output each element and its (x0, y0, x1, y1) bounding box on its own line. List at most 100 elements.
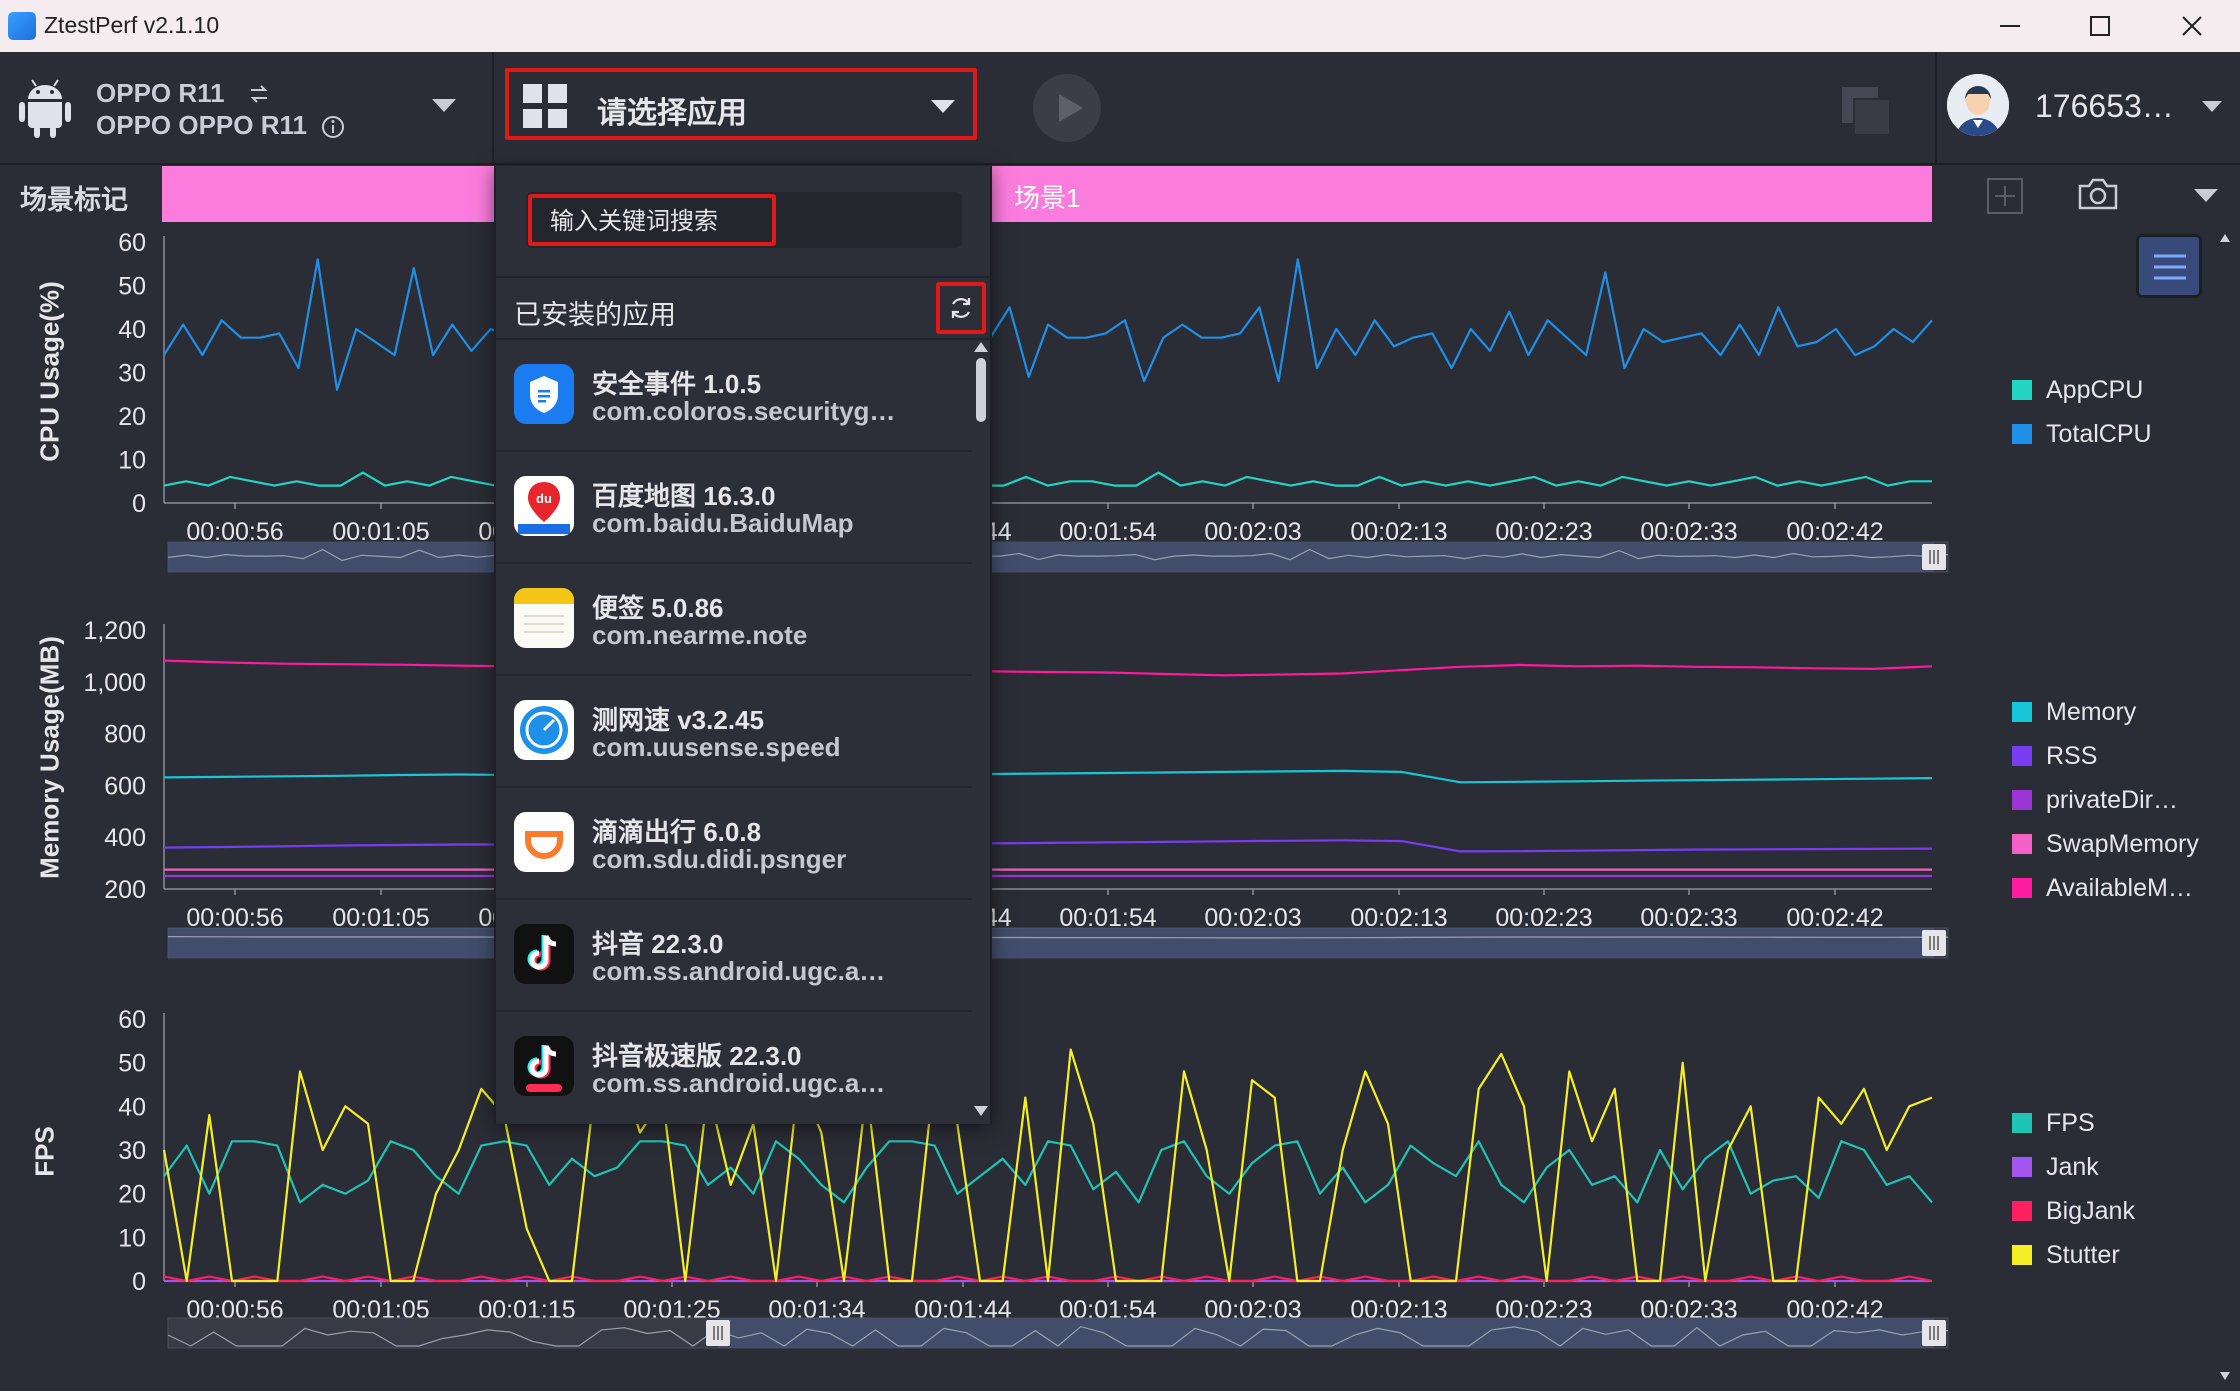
legend-swatch (2012, 424, 2032, 444)
app-package: com.uusense.speed (592, 732, 841, 762)
didi-icon (514, 812, 574, 872)
legend-label: privateDir… (2046, 785, 2178, 814)
series-line-appcpu (163, 471, 1932, 487)
y-tick-label: 30 (118, 1137, 146, 1165)
legend-swatch (2012, 1245, 2032, 1265)
y-tick-label: 1,000 (83, 669, 146, 697)
fps-axis-label: FPS (29, 1126, 60, 1177)
app-list: 安全事件 1.0.5 com.coloros.securityg… du 百度地… (496, 340, 972, 1118)
legend-label: FPS (2046, 1108, 2095, 1137)
tiktok-icon (514, 924, 574, 984)
legend-label: Stutter (2046, 1240, 2120, 1269)
list-item[interactable]: 安全事件 1.0.5 com.coloros.securityg… (496, 340, 972, 452)
list-item[interactable]: 抖音极速版 22.3.0 com.ss.android.ugc.a… (496, 1012, 972, 1118)
installed-apps-title: 已安装的应用 (514, 300, 676, 330)
y-tick-label: 20 (118, 1181, 146, 1209)
legend-swatch (2012, 380, 2032, 400)
y-tick-label: 60 (118, 1006, 146, 1034)
list-item[interactable]: 抖音 22.3.0 com.ss.android.ugc.a… (496, 900, 972, 1012)
y-tick-label: 20 (118, 403, 146, 431)
legend-item[interactable]: Memory (2012, 690, 2199, 734)
app-package: com.ss.android.ugc.a… (592, 1068, 886, 1098)
charts-canvas: 605040302010000:00:5600:01:0500:01:1500:… (83, 229, 1949, 1349)
legend-swatch (2012, 878, 2032, 898)
app-package: com.nearme.note (592, 620, 808, 650)
y-tick-label: 10 (118, 1224, 146, 1252)
legend-label: SwapMemory (2046, 829, 2199, 858)
legend-label: RSS (2046, 741, 2098, 770)
baidu-map-icon: du (514, 476, 574, 536)
legend-item[interactable]: Stutter (2012, 1233, 2135, 1277)
memory-axis-label: Memory Usage(MB) (34, 636, 65, 879)
tiktok-lite-icon (514, 1036, 574, 1096)
cpu-legend: AppCPU TotalCPU (2012, 368, 2152, 456)
series-line-availablem (163, 659, 1933, 677)
speedometer-icon (514, 700, 574, 760)
refresh-icon (951, 298, 971, 318)
app-package: com.coloros.securityg… (592, 396, 896, 426)
app-dropdown-panel: 已安装的应用 安全事件 1.0.5 com.coloros.securityg…… (494, 166, 992, 1124)
list-item[interactable]: du 百度地图 16.3.0 com.baidu.BaiduMap (496, 452, 972, 564)
series-line-totalcpu (163, 258, 1933, 391)
y-tick-label: 0 (132, 490, 146, 518)
series-line-fps (163, 1140, 1933, 1204)
refresh-button[interactable] (936, 282, 986, 334)
legend-label: AppCPU (2046, 375, 2144, 404)
legend-swatch (2012, 746, 2032, 766)
y-tick-label: 50 (118, 273, 146, 301)
legend-swatch (2012, 1113, 2032, 1133)
notes-icon (514, 588, 574, 648)
legend-swatch (2012, 790, 2032, 810)
memory-legend: Memory RSS privateDir… SwapMemory Availa… (2012, 690, 2199, 910)
legend-item[interactable]: FPS (2012, 1101, 2135, 1145)
list-item[interactable]: 滴滴出行 6.0.8 com.sdu.didi.psnger (496, 788, 972, 900)
installed-apps-header: 已安装的应用 (496, 276, 990, 340)
y-tick-label: 10 (118, 447, 146, 475)
y-tick-label: 0 (132, 1268, 146, 1296)
legend-swatch (2012, 1157, 2032, 1177)
series-line-stutter (162, 1048, 1933, 1283)
legend-label: AvailableM… (2046, 873, 2193, 902)
y-tick-label: 1,200 (83, 617, 146, 645)
legend-item[interactable]: privateDir… (2012, 778, 2199, 822)
hamburger-menu-icon (2154, 254, 2186, 280)
y-tick-label: 60 (118, 229, 146, 257)
y-tick-label: 50 (118, 1050, 146, 1078)
app-package: com.sdu.didi.psnger (592, 844, 847, 874)
svg-text:du: du (536, 491, 552, 506)
legend-swatch (2012, 834, 2032, 854)
legend-label: TotalCPU (2046, 419, 2152, 448)
zoom-slider-selection (168, 928, 1934, 958)
fps-legend: FPS Jank BigJank Stutter (2012, 1101, 2135, 1277)
y-tick-label: 30 (118, 360, 146, 388)
legend-swatch (2012, 1201, 2032, 1221)
y-tick-label: 40 (118, 316, 146, 344)
y-tick-label: 40 (118, 1093, 146, 1121)
legend-label: Jank (2046, 1152, 2099, 1181)
search-input[interactable] (550, 207, 760, 237)
y-tick-label: 600 (104, 772, 146, 800)
list-item[interactable]: 测网速 v3.2.45 com.uusense.speed (496, 676, 972, 788)
y-tick-label: 200 (104, 876, 146, 904)
legend-item[interactable]: AppCPU (2012, 368, 2152, 412)
legend-item[interactable]: SwapMemory (2012, 822, 2199, 866)
legend-item[interactable]: RSS (2012, 734, 2199, 778)
app-package: com.baidu.BaiduMap (592, 508, 854, 538)
app-list-scrollbar[interactable] (972, 340, 990, 1118)
page-scrollbar[interactable] (2218, 232, 2232, 1382)
legend-label: Memory (2046, 697, 2137, 726)
legend-item[interactable]: AvailableM… (2012, 866, 2199, 910)
y-tick-label: 400 (104, 824, 146, 852)
legend-label: BigJank (2046, 1196, 2135, 1225)
legend-item[interactable]: Jank (2012, 1145, 2135, 1189)
app-package: com.ss.android.ugc.a… (592, 956, 886, 986)
cpu-axis-label: CPU Usage(%) (34, 281, 65, 462)
series-line-rss (163, 839, 1933, 853)
list-item[interactable]: 便签 5.0.86 com.nearme.note (496, 564, 972, 676)
menu-button[interactable] (2136, 234, 2202, 298)
legend-item[interactable]: TotalCPU (2012, 412, 2152, 456)
legend-item[interactable]: BigJank (2012, 1189, 2135, 1233)
series-line-memory (163, 769, 1933, 784)
shield-icon (514, 364, 574, 424)
search-field[interactable] (528, 194, 776, 246)
